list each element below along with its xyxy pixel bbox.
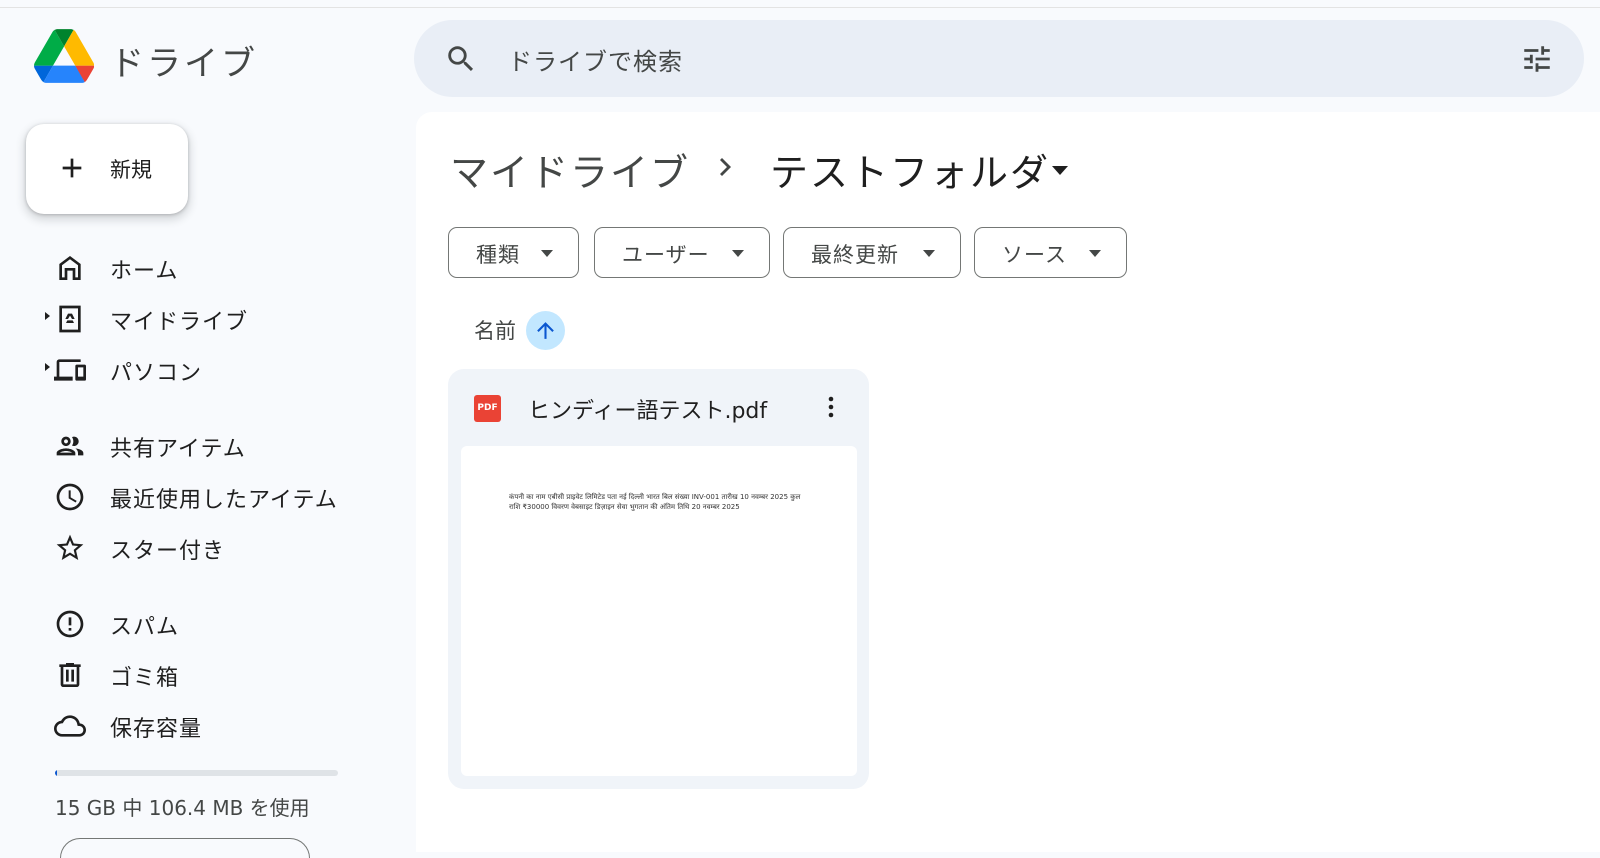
get-more-storage-button[interactable] <box>60 838 310 858</box>
storage-usage-fill <box>55 770 57 776</box>
sidebar-item-starred[interactable]: スター付き <box>38 523 378 569</box>
file-name[interactable]: ヒンディー語テスト.pdf <box>528 393 767 425</box>
pdf-badge-label: PDF <box>477 403 498 413</box>
storage-usage-bar <box>55 770 338 776</box>
sidebar-item-label: 最近使用したアイテム <box>110 488 338 513</box>
file-card[interactable]: PDF ヒンディー語テスト.pdf कंपनी का नाम एबीसी प्र… <box>448 369 869 789</box>
sidebar-item-label: スター付き <box>110 539 226 564</box>
search-bar[interactable]: ドライブで検索 <box>414 20 1584 97</box>
search-options-icon[interactable] <box>1520 42 1554 76</box>
expand-caret-icon[interactable] <box>42 360 52 374</box>
star-icon <box>54 532 86 564</box>
sort-by-name-label[interactable]: 名前 <box>474 315 516 345</box>
sidebar-item-label: 保存容量 <box>110 717 203 742</box>
sidebar-item-shared[interactable]: 共有アイテム <box>38 421 378 467</box>
filter-chip-label: 種類 <box>476 243 520 267</box>
shared-icon <box>54 430 86 462</box>
sidebar-item-label: ホーム <box>110 259 179 284</box>
spam-icon <box>54 608 86 640</box>
sidebar-item-label: 共有アイテム <box>110 437 246 462</box>
chevron-right-icon <box>712 152 736 182</box>
filter-people-chip[interactable]: ユーザー <box>594 227 770 278</box>
sidebar-item-label: ゴミ箱 <box>110 666 180 691</box>
sidebar-item-label: スパム <box>110 615 180 640</box>
filter-chip-label: 最終更新 <box>811 243 899 267</box>
chevron-down-icon <box>731 249 745 258</box>
chevron-down-icon <box>540 249 554 258</box>
sidebar-item-trash[interactable]: ゴミ箱 <box>38 650 378 696</box>
expand-caret-icon[interactable] <box>42 309 52 323</box>
sort-direction-button[interactable] <box>526 311 565 350</box>
filter-chip-label: ソース <box>1002 243 1067 267</box>
sidebar-item-label: マイドライブ <box>110 310 249 335</box>
search-icon[interactable] <box>444 42 478 76</box>
sidebar-item-home[interactable]: ホーム <box>38 243 378 289</box>
breadcrumb-current[interactable]: テストフォルダ <box>770 142 1050 197</box>
drive-logo-icon[interactable] <box>34 28 94 84</box>
storage-usage-text: 15 GB 中 106.4 MB を使用 <box>55 796 310 820</box>
chevron-down-icon <box>922 249 936 258</box>
sidebar-item-storage[interactable]: 保存容量 <box>38 701 378 747</box>
filter-source-chip[interactable]: ソース <box>974 227 1127 278</box>
filter-type-chip[interactable]: 種類 <box>448 227 579 278</box>
chevron-down-icon <box>1088 249 1102 258</box>
search-input[interactable]: ドライブで検索 <box>508 42 683 77</box>
folder-menu-caret-icon[interactable] <box>1050 164 1070 176</box>
trash-icon <box>54 659 86 691</box>
arrow-up-icon <box>537 322 554 339</box>
home-icon <box>54 252 86 284</box>
app-title[interactable]: ドライブ <box>110 36 258 85</box>
computers-icon <box>54 354 86 386</box>
sidebar-item-my-drive[interactable]: マイドライブ <box>38 294 378 340</box>
file-preview-text: कंपनी का नाम एबीसी प्राइवेट लिमिटेड पता … <box>509 493 801 511</box>
more-options-icon[interactable] <box>824 391 838 423</box>
sidebar-item-spam[interactable]: スパム <box>38 599 378 645</box>
breadcrumb-root[interactable]: マイドライブ <box>450 142 690 197</box>
sidebar-item-recent[interactable]: 最近使用したアイテム <box>38 472 378 518</box>
new-button[interactable]: 新規 <box>26 124 188 214</box>
filter-chip-label: ユーザー <box>622 243 710 267</box>
pdf-file-icon: PDF <box>474 395 501 422</box>
filter-modified-chip[interactable]: 最終更新 <box>783 227 961 278</box>
clock-icon <box>54 481 86 513</box>
plus-icon <box>56 152 88 184</box>
top-border <box>0 0 1600 8</box>
sidebar-item-label: パソコン <box>110 361 203 386</box>
sidebar-item-computers[interactable]: パソコン <box>38 345 378 391</box>
cloud-icon <box>54 710 86 742</box>
file-thumbnail[interactable]: कंपनी का नाम एबीसी प्राइवेट लिमिटेड पता … <box>461 446 857 776</box>
my-drive-icon <box>54 303 86 335</box>
new-button-label: 新規 <box>110 158 152 182</box>
